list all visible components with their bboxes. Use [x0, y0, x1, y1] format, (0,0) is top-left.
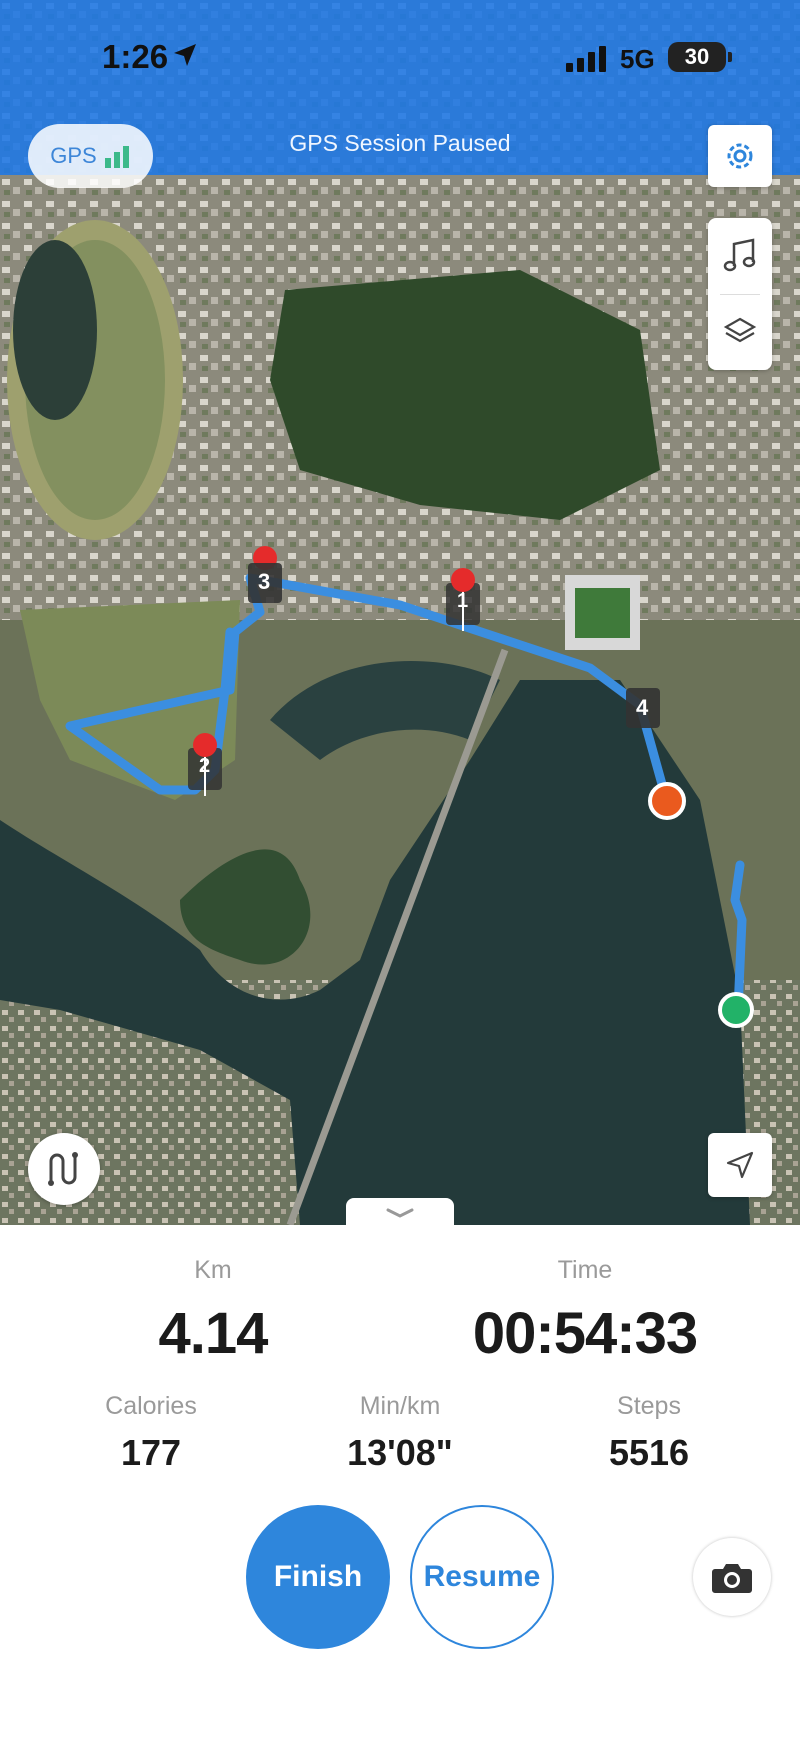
- location-arrow-icon: [174, 44, 196, 66]
- start-point-marker: [718, 992, 754, 1028]
- map-tools-card: [708, 218, 772, 370]
- camera-button[interactable]: [693, 1538, 771, 1616]
- steps-value: 5516: [608, 1432, 690, 1473]
- finish-button[interactable]: Finish: [246, 1505, 390, 1649]
- marker-label: 4: [636, 695, 649, 720]
- distance-value: 4.14: [158, 1301, 269, 1366]
- pace-label: Min/km: [359, 1392, 441, 1420]
- end-point-marker: [648, 782, 686, 820]
- gear-icon: [727, 143, 753, 169]
- time-value: 00:54:33: [472, 1301, 698, 1366]
- route-marker-1[interactable]: 1: [443, 565, 483, 640]
- navigation-arrow-icon: [726, 1151, 754, 1179]
- music-note-icon: [723, 238, 756, 272]
- route-marker-2[interactable]: 2: [185, 730, 225, 805]
- calories-label: Calories: [105, 1392, 197, 1420]
- marker-label: 3: [258, 569, 271, 594]
- steps-label: Steps: [617, 1392, 681, 1420]
- battery-tip: [728, 52, 732, 62]
- cellular-signal-icon: [566, 46, 606, 72]
- session-status: GPS Session Paused: [289, 130, 511, 156]
- time-label: Time: [557, 1256, 613, 1284]
- map-layers-button[interactable]: [708, 294, 772, 370]
- camera-icon: [712, 1564, 752, 1593]
- distance-label: Km: [194, 1256, 232, 1284]
- chevron-down-icon: [386, 1208, 414, 1218]
- route-marker-4[interactable]: 4: [623, 686, 663, 735]
- route-toggle-button[interactable]: [28, 1133, 100, 1205]
- settings-button[interactable]: [708, 125, 772, 187]
- route-icon: [48, 1152, 78, 1186]
- marker-label: 1: [457, 590, 469, 612]
- marker-label: 2: [199, 755, 211, 777]
- status-time: 1:26: [102, 38, 169, 75]
- status-bar: 1:26 5G 30: [0, 0, 800, 110]
- calories-value: 177: [120, 1432, 182, 1473]
- pace-value: 13'08": [347, 1432, 453, 1473]
- network-type: 5G: [620, 44, 655, 74]
- route-marker-3[interactable]: 3: [245, 545, 285, 612]
- battery-icon: 30: [668, 42, 726, 72]
- drawer-handle[interactable]: [346, 1198, 454, 1228]
- music-button[interactable]: [708, 218, 772, 294]
- recenter-button[interactable]: [708, 1133, 772, 1197]
- resume-button[interactable]: Resume: [410, 1505, 554, 1649]
- layers-icon: [723, 317, 757, 343]
